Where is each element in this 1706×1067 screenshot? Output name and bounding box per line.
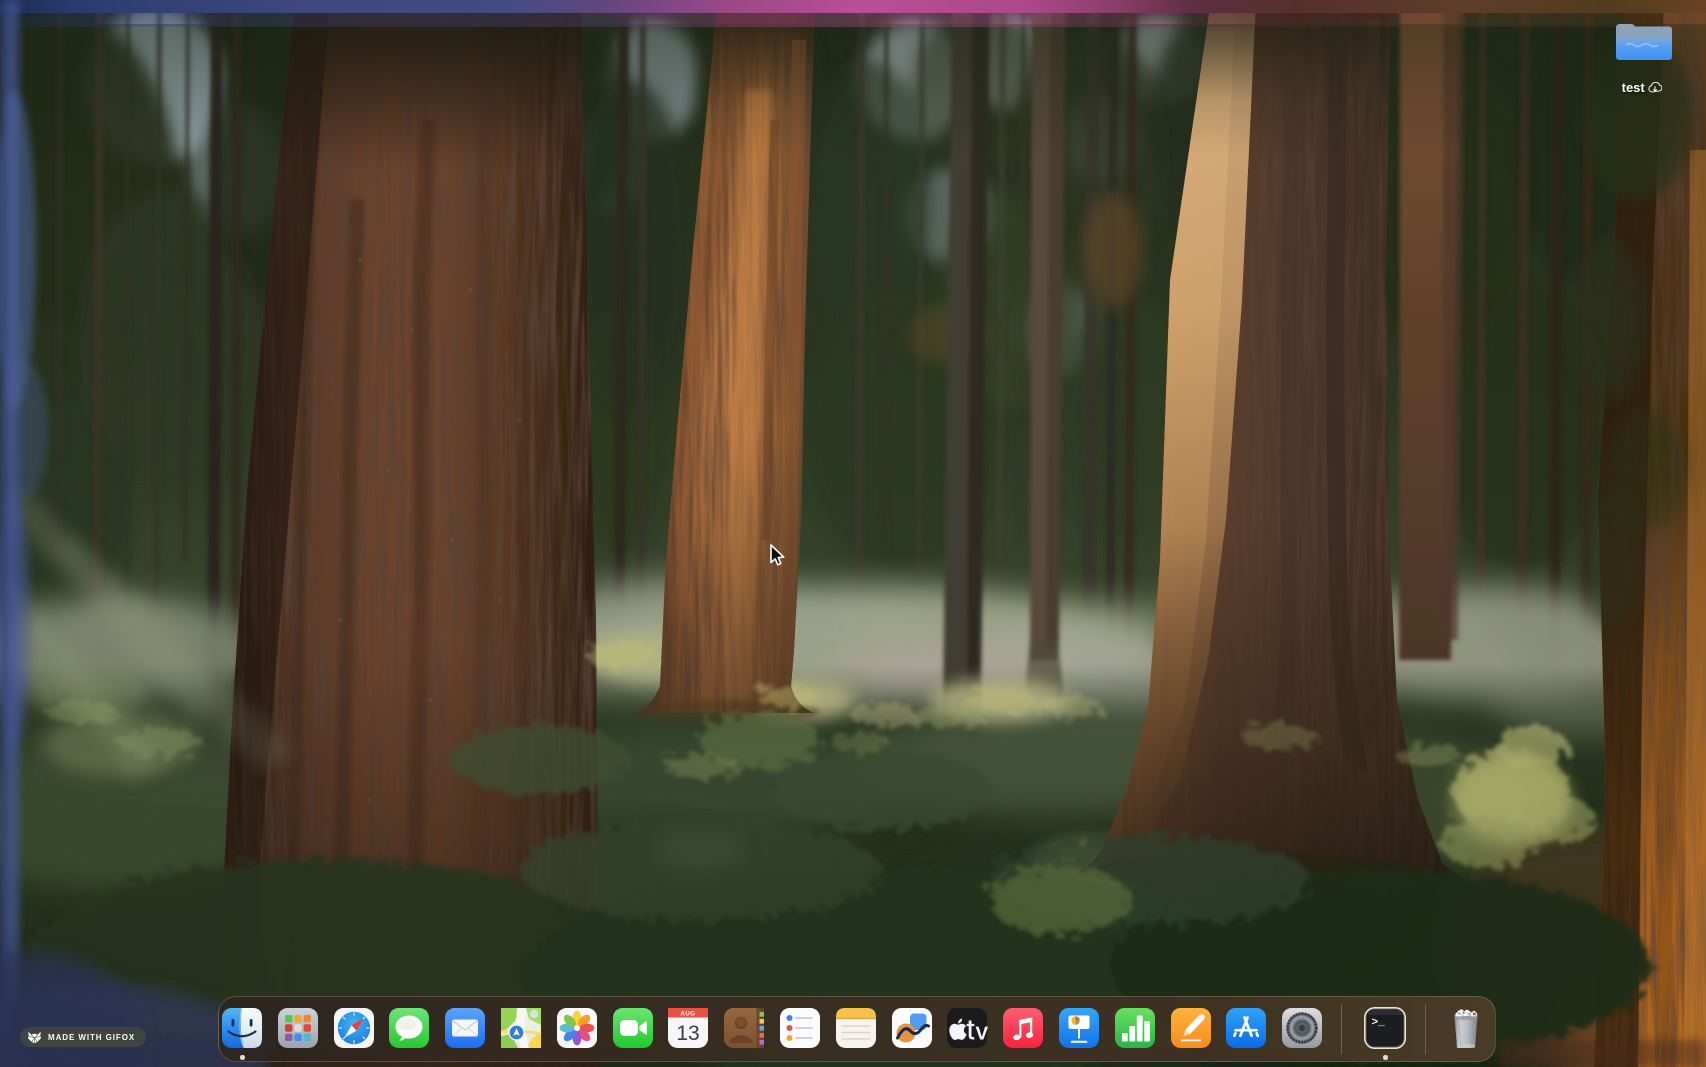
svg-text:AUG: AUG xyxy=(681,1011,696,1018)
svg-text:13: 13 xyxy=(677,1022,700,1045)
svg-text:>_: >_ xyxy=(1372,1017,1386,1029)
